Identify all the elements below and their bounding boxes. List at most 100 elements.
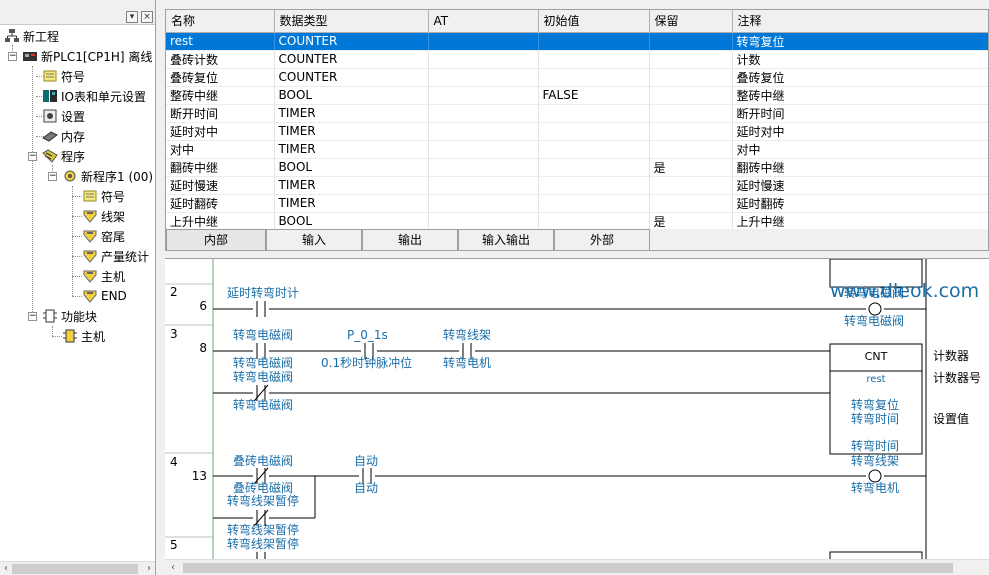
tree-node-settings[interactable]: 设置 bbox=[42, 106, 85, 126]
cell-retain[interactable] bbox=[649, 68, 733, 87]
block-operand[interactable]: 转弯时间 bbox=[851, 411, 899, 426]
collapse-function-blocks-toggle[interactable]: − bbox=[28, 312, 37, 321]
tree-node-program1[interactable]: 新程序1 (00) bbox=[62, 166, 153, 186]
column-header-initial-value[interactable]: 初始值 bbox=[538, 10, 650, 33]
tree-node-plc[interactable]: 新PLC1[CP1H] 离线 bbox=[22, 46, 152, 66]
cell-name[interactable]: 上升中继 bbox=[166, 212, 275, 231]
cell-name[interactable]: 整砖中继 bbox=[166, 86, 275, 105]
tab-input-output[interactable]: 输入输出 bbox=[458, 229, 554, 250]
table-row[interactable]: 断开时间 TIMER 断开时间 bbox=[166, 104, 988, 123]
cell-name[interactable]: 对中 bbox=[166, 140, 275, 159]
contact-label[interactable]: 转弯线架暂停 bbox=[227, 493, 299, 508]
cell-retain[interactable] bbox=[649, 86, 733, 105]
tree-node-section-main[interactable]: 主机 bbox=[82, 266, 125, 286]
cell-retain[interactable] bbox=[649, 50, 733, 69]
cell-retain[interactable]: 是 bbox=[649, 158, 733, 177]
cell-name[interactable]: 延时对中 bbox=[166, 122, 275, 141]
block-operand[interactable]: rest bbox=[866, 374, 885, 385]
cell-type[interactable]: TIMER bbox=[274, 140, 429, 159]
cell-at[interactable] bbox=[428, 86, 539, 105]
cell-initial[interactable] bbox=[538, 68, 650, 87]
tree-node-symbols[interactable]: 符号 bbox=[42, 66, 85, 86]
cell-type[interactable]: BOOL bbox=[274, 212, 429, 231]
cell-initial[interactable] bbox=[538, 104, 650, 123]
cell-at[interactable] bbox=[428, 50, 539, 69]
cell-initial[interactable]: FALSE bbox=[538, 86, 650, 105]
cell-retain[interactable] bbox=[649, 140, 733, 159]
cell-name[interactable]: rest bbox=[166, 32, 275, 51]
cell-retain[interactable] bbox=[649, 122, 733, 141]
cell-type[interactable]: TIMER bbox=[274, 122, 429, 141]
contact-label[interactable]: 延时转弯时计 bbox=[227, 285, 299, 300]
cell-at[interactable] bbox=[428, 104, 539, 123]
cell-initial[interactable] bbox=[538, 194, 650, 213]
tree-node-section-rack[interactable]: 线架 bbox=[82, 206, 125, 226]
cell-comment[interactable]: 翻砖中继 bbox=[732, 158, 988, 177]
cell-name[interactable]: 延时翻砖 bbox=[166, 194, 275, 213]
cell-comment[interactable]: 断开时间 bbox=[732, 104, 988, 123]
tab-internal[interactable]: 内部 bbox=[166, 229, 266, 250]
cell-initial[interactable] bbox=[538, 158, 650, 177]
tree-node-section-kiln-tail[interactable]: 窑尾 bbox=[82, 226, 125, 246]
cell-at[interactable] bbox=[428, 212, 539, 231]
contact-label[interactable]: P_0_1s bbox=[347, 328, 388, 342]
cell-type[interactable]: COUNTER bbox=[274, 50, 429, 69]
table-row[interactable]: 翻砖中继 BOOL 是翻砖中继 bbox=[166, 158, 988, 177]
close-tree-button[interactable]: × bbox=[141, 11, 153, 23]
cell-type[interactable]: BOOL bbox=[274, 158, 429, 177]
tab-input[interactable]: 输入 bbox=[266, 229, 362, 250]
no-contact[interactable] bbox=[256, 552, 266, 559]
table-row[interactable]: 延时对中 TIMER 延时对中 bbox=[166, 122, 988, 141]
cell-at[interactable] bbox=[428, 176, 539, 195]
tree-node-section-symbols[interactable]: 符号 bbox=[82, 186, 125, 206]
cell-type[interactable]: COUNTER bbox=[274, 32, 429, 51]
contact-label[interactable]: 叠砖电磁阀 bbox=[233, 453, 293, 468]
table-row[interactable]: 叠砖计数 COUNTER 计数 bbox=[166, 50, 988, 69]
contact-label[interactable]: 转弯电磁阀 bbox=[233, 369, 293, 384]
tree-node-project[interactable]: 新工程 bbox=[4, 26, 59, 46]
cell-initial[interactable] bbox=[538, 32, 650, 51]
tree-node-section-output-stats[interactable]: 产量统计 bbox=[82, 246, 149, 266]
contact-label[interactable]: 自动 bbox=[354, 454, 378, 468]
cell-name[interactable]: 叠砖计数 bbox=[166, 50, 275, 69]
tree-horizontal-scrollbar[interactable]: ‹ › bbox=[0, 561, 155, 575]
cell-comment[interactable]: 延时对中 bbox=[732, 122, 988, 141]
tree-node-programs[interactable]: 程序 bbox=[42, 146, 85, 166]
scroll-right-arrow-icon[interactable]: › bbox=[143, 562, 155, 575]
cell-retain[interactable] bbox=[649, 32, 733, 51]
coil-label[interactable]: 转弯线架 bbox=[851, 453, 899, 468]
cell-retain[interactable]: 是 bbox=[649, 212, 733, 231]
table-row[interactable]: 叠砖复位 COUNTER 叠砖复位 bbox=[166, 68, 988, 87]
cell-comment[interactable]: 转弯复位 bbox=[732, 32, 988, 51]
cell-at[interactable] bbox=[428, 32, 539, 51]
cell-at[interactable] bbox=[428, 140, 539, 159]
tree-node-io-table[interactable]: IO表和单元设置 bbox=[42, 86, 146, 106]
tab-output[interactable]: 输出 bbox=[362, 229, 458, 250]
scroll-left-arrow-icon[interactable]: ‹ bbox=[167, 560, 179, 575]
scroll-left-arrow-icon[interactable]: ‹ bbox=[0, 562, 12, 575]
column-header-data-type[interactable]: 数据类型 bbox=[274, 10, 429, 33]
cell-type[interactable]: BOOL bbox=[274, 86, 429, 105]
tab-external[interactable]: 外部 bbox=[554, 229, 650, 250]
cell-name[interactable]: 延时慢速 bbox=[166, 176, 275, 195]
collapse-plc-toggle[interactable]: − bbox=[8, 52, 17, 61]
cell-retain[interactable] bbox=[649, 194, 733, 213]
cell-at[interactable] bbox=[428, 68, 539, 87]
cell-type[interactable]: TIMER bbox=[274, 194, 429, 213]
tree-node-fb-main[interactable]: 主机 bbox=[62, 326, 105, 346]
contact-label[interactable]: 转弯线架暂停 bbox=[227, 536, 299, 551]
tree-node-memory[interactable]: 内存 bbox=[42, 126, 85, 146]
column-header-comment[interactable]: 注释 bbox=[732, 10, 988, 33]
cell-initial[interactable] bbox=[538, 50, 650, 69]
cell-type[interactable]: TIMER bbox=[274, 104, 429, 123]
cell-comment[interactable]: 上升中继 bbox=[732, 212, 988, 231]
tree-node-function-blocks[interactable]: 功能块 bbox=[42, 306, 97, 326]
cell-retain[interactable] bbox=[649, 104, 733, 123]
cell-type[interactable]: TIMER bbox=[274, 176, 429, 195]
cell-initial[interactable] bbox=[538, 176, 650, 195]
cell-comment[interactable]: 延时慢速 bbox=[732, 176, 988, 195]
table-row[interactable]: 延时翻砖 TIMER 延时翻砖 bbox=[166, 194, 988, 213]
cell-name[interactable]: 翻砖中继 bbox=[166, 158, 275, 177]
ladder-horizontal-scrollbar[interactable]: ‹ bbox=[165, 559, 989, 575]
cell-comment[interactable]: 对中 bbox=[732, 140, 988, 159]
